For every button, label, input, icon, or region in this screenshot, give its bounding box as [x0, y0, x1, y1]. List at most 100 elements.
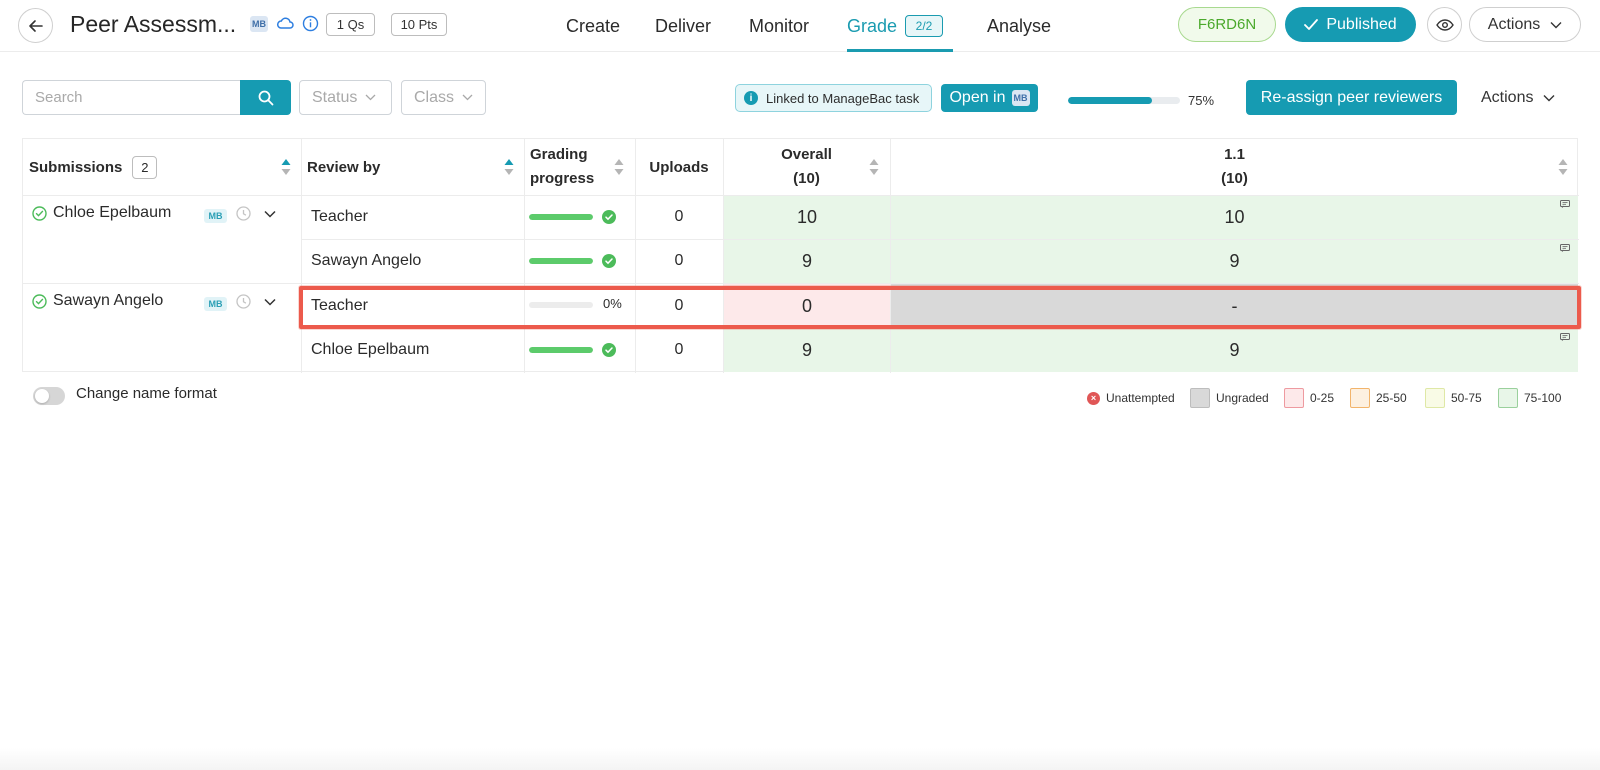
grading-progress-fill: [1068, 97, 1152, 104]
legend-label: 0-25: [1310, 391, 1335, 405]
legend-swatch: [1350, 388, 1370, 408]
grading-progress-header-line1: Grading: [530, 146, 588, 163]
uploads-header: Uploads: [649, 158, 709, 176]
question-1-1-header-line2: (10): [1221, 170, 1248, 187]
column-divider: [301, 139, 302, 373]
comment-icon[interactable]: [1560, 200, 1570, 209]
student-name[interactable]: Sawayn Angelo: [53, 289, 163, 313]
legend-25-50: 25-50: [1350, 386, 1407, 410]
legend-ungraded: Ungraded: [1190, 386, 1269, 410]
search-input[interactable]: [22, 80, 240, 115]
managebac-tag: MB: [204, 297, 227, 311]
points-badge: 10 Pts: [391, 13, 447, 36]
chevron-down-icon[interactable]: [264, 210, 276, 218]
check-icon: [1304, 18, 1319, 30]
tab-grade[interactable]: Grade: [847, 0, 897, 52]
search-button[interactable]: [240, 80, 291, 115]
overall-header-line1: Overall: [781, 146, 832, 163]
overall-score[interactable]: 10: [724, 196, 890, 239]
uploads-count: 0: [674, 208, 684, 225]
clock-icon[interactable]: [236, 206, 251, 221]
legend-label: 75-100: [1524, 391, 1562, 405]
toolbar-actions-dropdown[interactable]: Actions: [1481, 80, 1555, 115]
submissions-header: Submissions 2: [29, 139, 158, 195]
column-divider: [524, 139, 525, 373]
question-1-1-header: 1.1 (10): [890, 143, 1579, 191]
check-circle-filled-icon: [602, 343, 616, 357]
name-format-label: Change name format: [76, 385, 217, 402]
tab-analyse[interactable]: Analyse: [987, 0, 1051, 52]
grading-progress-header: Grading progress: [530, 143, 594, 191]
question-score[interactable]: 9: [891, 329, 1578, 372]
class-filter[interactable]: Class: [401, 80, 486, 115]
info-icon[interactable]: [302, 15, 319, 32]
grading-progress-bar: [529, 258, 593, 264]
legend-unattempted: × Unattempted: [1087, 386, 1175, 410]
legend-label: 25-50: [1376, 391, 1407, 405]
check-circle-icon: [32, 206, 47, 221]
linked-label: Linked to ManageBac task: [766, 90, 920, 106]
tab-create[interactable]: Create: [566, 0, 620, 52]
status-filter[interactable]: Status: [299, 80, 392, 115]
toggle-knob: [35, 389, 49, 403]
clock-icon[interactable]: [236, 294, 251, 309]
sort-icon[interactable]: [614, 158, 624, 176]
row-highlight-outline: [299, 286, 1581, 329]
grading-table: Submissions 2 Review by Grading progress…: [22, 138, 1579, 373]
cloud-icon[interactable]: [276, 15, 294, 31]
managebac-link-badge: i Linked to ManageBac task: [735, 84, 932, 112]
legend-label: Unattempted: [1106, 391, 1175, 405]
eye-icon: [1435, 18, 1454, 31]
preview-button[interactable]: [1427, 7, 1462, 42]
uploads-count: 0: [674, 341, 684, 358]
grade-count-badge: 2/2: [905, 15, 943, 37]
legend-label: Ungraded: [1216, 391, 1269, 405]
sort-icon[interactable]: [281, 158, 291, 176]
arrow-left-icon: [28, 19, 43, 32]
chevron-down-icon: [365, 94, 376, 101]
sort-icon[interactable]: [504, 158, 514, 176]
assessment-code-pill[interactable]: F6RD6N: [1178, 7, 1276, 42]
comment-icon[interactable]: [1560, 333, 1570, 342]
name-format-toggle[interactable]: [33, 387, 65, 405]
grading-progress-bar: [529, 347, 593, 353]
grading-progress-fill: [529, 258, 593, 264]
back-button[interactable]: [18, 8, 53, 43]
legend-50-75: 50-75: [1425, 386, 1482, 410]
student-name[interactable]: Chloe Epelbaum: [53, 201, 171, 225]
sort-icon[interactable]: [1558, 158, 1568, 176]
toolbar-actions-label: Actions: [1481, 88, 1534, 106]
tab-deliver[interactable]: Deliver: [655, 0, 711, 52]
reviewer-name: Teacher: [311, 208, 368, 225]
check-circle-icon: [32, 294, 47, 309]
question-1-1-header-line1: 1.1: [1224, 146, 1245, 163]
overall-score[interactable]: 9: [724, 329, 890, 372]
bottom-shade: [0, 748, 1600, 770]
grading-progress-label: 75%: [1188, 93, 1215, 108]
check-circle-filled-icon: [602, 210, 616, 224]
review-by-header: Review by: [307, 158, 381, 176]
search-icon: [258, 90, 273, 105]
question-score[interactable]: 9: [891, 240, 1578, 283]
question-score[interactable]: 10: [891, 196, 1578, 239]
sort-icon[interactable]: [869, 158, 879, 176]
reassign-peer-reviewers-button[interactable]: Re-assign peer reviewers: [1246, 80, 1457, 115]
published-button[interactable]: Published: [1285, 7, 1416, 42]
overall-score[interactable]: 9: [724, 240, 890, 283]
reviewer-name: Chloe Epelbaum: [311, 341, 430, 358]
legend-swatch: [1284, 388, 1304, 408]
chevron-down-icon[interactable]: [264, 298, 276, 306]
grading-progress-bar: [1068, 97, 1180, 104]
comment-icon[interactable]: [1560, 244, 1570, 253]
x-circle-icon: ×: [1087, 391, 1100, 405]
tab-monitor[interactable]: Monitor: [749, 0, 809, 52]
legend-swatch: [1425, 388, 1445, 408]
chevron-down-icon: [1550, 21, 1562, 28]
grading-progress-fill: [529, 347, 593, 353]
status-filter-label: Status: [312, 88, 358, 106]
header-actions-dropdown[interactable]: Actions: [1469, 7, 1581, 42]
class-filter-label: Class: [414, 88, 455, 106]
open-in-managebac-button[interactable]: Open in MB: [941, 84, 1038, 112]
overall-header-line2: (10): [793, 170, 820, 187]
open-in-label: Open in: [949, 89, 1006, 106]
